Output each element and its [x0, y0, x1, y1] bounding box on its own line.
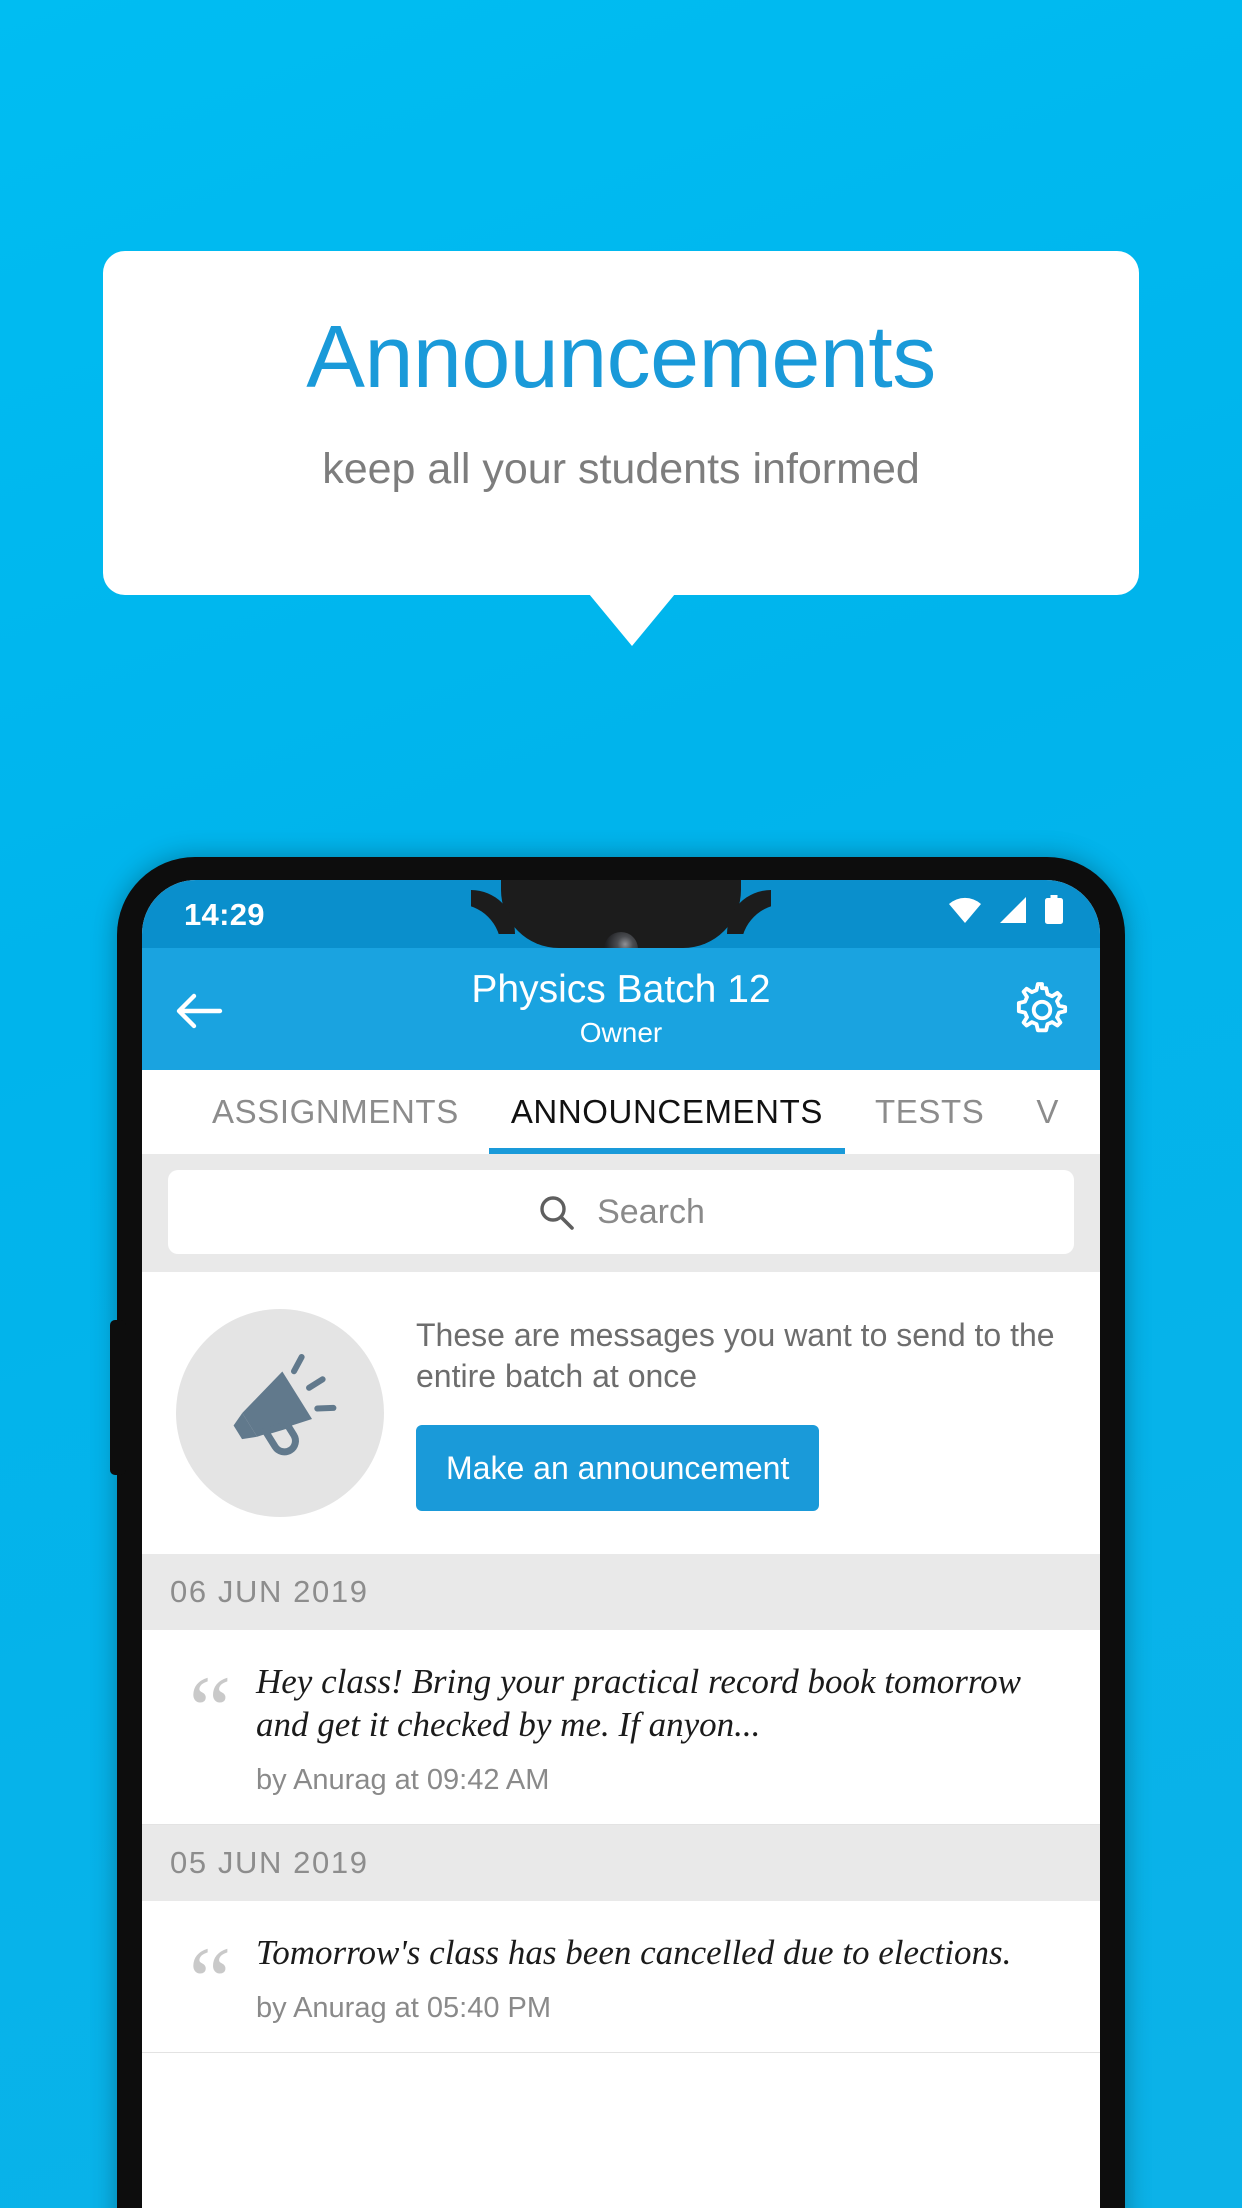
- quote-icon: “: [188, 1927, 232, 2034]
- promo-stage: Announcements keep all your students inf…: [0, 0, 1242, 2208]
- app-bar: Physics Batch 12 Owner: [142, 948, 1100, 1070]
- page-title: Announcements: [306, 307, 936, 406]
- announcement-text: Hey class! Bring your practical record b…: [256, 1662, 1022, 1744]
- status-time: 14:29: [184, 897, 265, 932]
- status-bar: 14:29: [142, 880, 1100, 966]
- batch-role: Owner: [579, 1017, 663, 1048]
- headline-bubble: Announcements keep all your students inf…: [103, 251, 1139, 595]
- megaphone-illustration: [176, 1309, 384, 1517]
- settings-button[interactable]: [1012, 980, 1072, 1040]
- announcement-promo-card: These are messages you want to send to t…: [142, 1272, 1100, 1554]
- search-region: Search: [142, 1154, 1100, 1272]
- announcement-row[interactable]: “ Tomorrow's class has been cancelled du…: [142, 1901, 1100, 2053]
- megaphone-icon: [233, 1354, 337, 1456]
- make-announcement-button[interactable]: Make an announcement: [416, 1425, 820, 1511]
- app-bar-titles: Physics Batch 12 Owner: [252, 966, 990, 1052]
- tab-assignments[interactable]: ASSIGNMENTS: [186, 1070, 485, 1154]
- back-button[interactable]: [170, 982, 228, 1040]
- tab-overflow[interactable]: V: [1010, 1070, 1085, 1154]
- announcement-byline: by Anurag at 09:42 AM: [256, 1764, 550, 1796]
- tab-bar[interactable]: ASSIGNMENTS ANNOUNCEMENTS TESTS V: [142, 1070, 1100, 1154]
- announcement-body: Hey class! Bring your practical record b…: [256, 1660, 1078, 1798]
- wifi-icon: [949, 897, 981, 923]
- date-header: 06 JUN 2019: [142, 1554, 1100, 1630]
- promo-body: These are messages you want to send to t…: [384, 1315, 1068, 1511]
- status-icons: [948, 895, 1064, 925]
- headline-bubble-tail: [589, 594, 675, 646]
- back-arrow-icon: [176, 993, 223, 1029]
- promo-description: These are messages you want to send to t…: [416, 1317, 1055, 1394]
- search-placeholder: Search: [597, 1192, 705, 1231]
- gear-icon: [1016, 982, 1068, 1033]
- announcement-text: Tomorrow's class has been cancelled due …: [256, 1933, 1012, 1972]
- date-header: 05 JUN 2019: [142, 1825, 1100, 1901]
- phone-volume-down-button[interactable]: [110, 1320, 126, 1475]
- search-input[interactable]: Search: [168, 1170, 1074, 1254]
- search-icon: [540, 1196, 574, 1230]
- signal-icon: [1000, 897, 1026, 923]
- batch-title: Physics Batch 12: [471, 968, 771, 1011]
- phone-screen: 14:29 Physics Batch 12 Owner ASSIGNMENTS…: [142, 880, 1100, 2208]
- tab-announcements[interactable]: ANNOUNCEMENTS: [485, 1070, 849, 1154]
- battery-icon: [1045, 895, 1063, 924]
- announcement-row[interactable]: “ Hey class! Bring your practical record…: [142, 1630, 1100, 1825]
- tab-tests[interactable]: TESTS: [849, 1070, 1010, 1154]
- announcement-body: Tomorrow's class has been cancelled due …: [256, 1931, 1078, 2026]
- quote-icon: “: [188, 1656, 232, 1763]
- announcement-byline: by Anurag at 05:40 PM: [256, 1992, 552, 2024]
- page-subtitle: keep all your students informed: [322, 445, 920, 493]
